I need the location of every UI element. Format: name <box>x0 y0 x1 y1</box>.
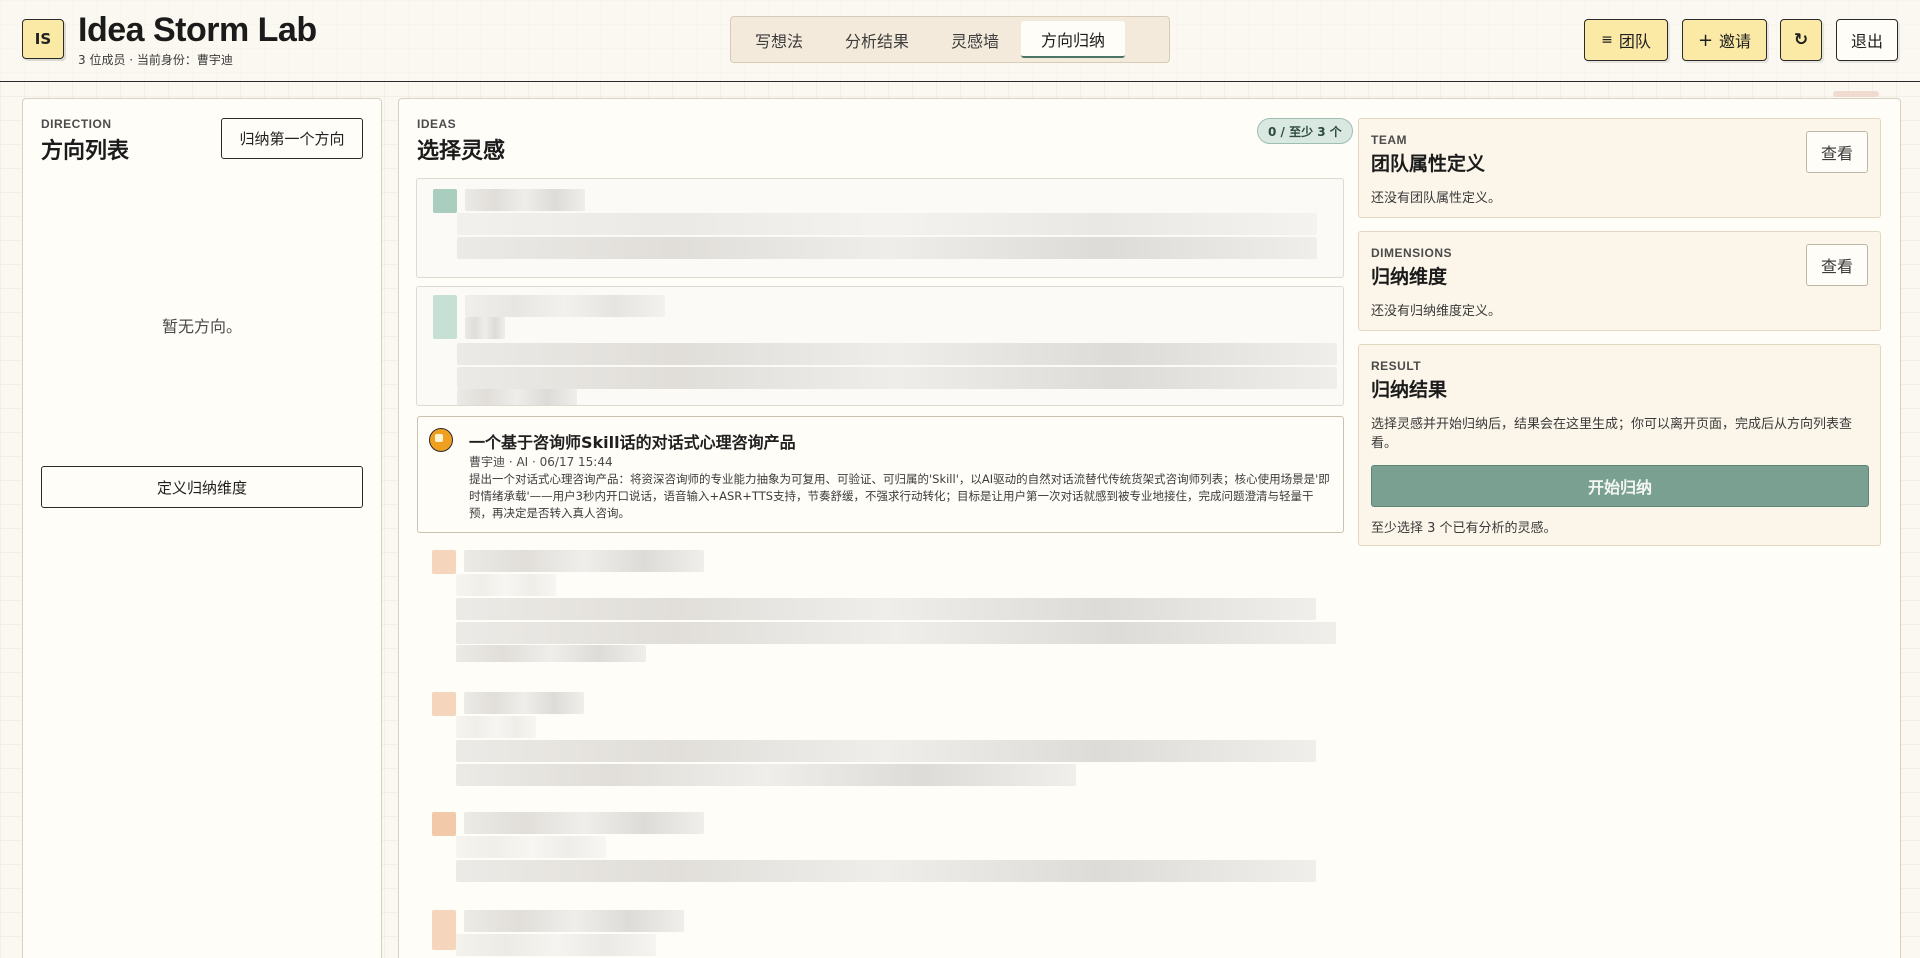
dimensions-card: DIMENSIONS 归纳维度 还没有归纳维度定义。 查看 <box>1358 231 1881 331</box>
direction-panel: DIRECTION 方向列表 归纳第一个方向 暂无方向。 定义归纳维度 <box>22 98 382 958</box>
tab-direction-summary[interactable]: 方向归纳 <box>1021 21 1126 58</box>
ideas-title: 选择灵感 <box>417 139 506 164</box>
team-button[interactable]: ≡ 团队 <box>1584 19 1668 61</box>
idea-card-blurred[interactable] <box>416 910 1344 958</box>
result-card: RESULT 归纳结果 选择灵感并开始归纳后，结果会在这里生成；你可以离开页面，… <box>1358 344 1881 546</box>
blurred-text <box>465 295 665 317</box>
blurred-text <box>465 317 505 339</box>
define-dimensions-button[interactable]: 定义归纳维度 <box>41 466 363 508</box>
team-eyebrow: TEAM <box>1371 133 1407 147</box>
team-button-label: 团队 <box>1618 32 1651 51</box>
app-title: Idea Storm Lab <box>78 11 317 49</box>
tab-idea-wall[interactable]: 灵感墙 <box>931 21 1019 58</box>
invite-button-label: 邀请 <box>1719 32 1752 51</box>
idea-title: 一个基于咨询师Skill话的对话式心理咨询产品 <box>469 433 796 452</box>
selection-count-badge: 0 / 至少 3 个 <box>1257 118 1353 144</box>
idea-card-blurred[interactable] <box>416 692 1344 786</box>
app-logo: IS <box>22 19 64 59</box>
tab-write-idea[interactable]: 写想法 <box>735 21 823 58</box>
idea-avatar-blurred <box>432 692 456 716</box>
tape-decoration <box>1833 91 1879 97</box>
direction-eyebrow: DIRECTION <box>41 117 112 131</box>
blurred-text <box>456 716 536 738</box>
idea-card-blurred[interactable] <box>416 178 1344 278</box>
idea-author-avatar <box>429 428 453 452</box>
idea-card[interactable]: 一个基于咨询师Skill话的对话式心理咨询产品 曹宇迪 · AI · 06/17… <box>417 416 1344 533</box>
team-card-title: 团队属性定义 <box>1371 153 1486 175</box>
blurred-text <box>456 645 646 662</box>
blurred-text <box>456 598 1316 620</box>
dimensions-card-desc: 还没有归纳维度定义。 <box>1371 304 1502 319</box>
direction-title: 方向列表 <box>41 139 130 164</box>
blurred-text <box>457 213 1317 235</box>
blurred-text <box>464 550 704 572</box>
blurred-text <box>465 189 585 211</box>
idea-card-blurred[interactable] <box>416 812 1344 896</box>
blurred-text <box>456 622 1336 644</box>
ideas-panel: IDEAS 选择灵感 0 / 至少 3 个 一个基于咨询师Skill话的对话式心… <box>398 91 1901 958</box>
idea-card-blurred[interactable] <box>416 550 1344 662</box>
blurred-text <box>464 692 584 714</box>
plus-icon: + <box>1697 29 1714 51</box>
idea-avatar-blurred <box>433 295 457 339</box>
blurred-text <box>457 367 1337 389</box>
view-dimensions-button[interactable]: 查看 <box>1806 244 1868 286</box>
blurred-text <box>457 343 1337 365</box>
result-hint: 至少选择 3 个已有分析的灵感。 <box>1371 521 1557 536</box>
team-attributes-card: TEAM 团队属性定义 还没有团队属性定义。 查看 <box>1358 118 1881 218</box>
blurred-text <box>456 836 606 858</box>
team-card-desc: 还没有团队属性定义。 <box>1371 191 1502 206</box>
app-subtitle: 3 位成员 · 当前身份：曹宇迪 <box>78 53 233 67</box>
blurred-text <box>457 389 577 405</box>
idea-avatar-blurred <box>432 910 456 950</box>
blurred-text <box>464 910 684 932</box>
blurred-text <box>456 860 1316 882</box>
blurred-text <box>456 574 556 596</box>
blurred-text <box>457 237 1317 259</box>
main-tabs: 写想法 分析结果 灵感墙 方向归纳 <box>730 16 1170 63</box>
summarize-first-direction-button[interactable]: 归纳第一个方向 <box>221 118 363 159</box>
start-summarize-button[interactable]: 开始归纳 <box>1371 465 1869 507</box>
refresh-button[interactable]: ↻ <box>1780 19 1822 61</box>
refresh-icon: ↻ <box>1793 30 1809 50</box>
idea-avatar-blurred <box>433 189 457 213</box>
idea-avatar-blurred <box>432 550 456 574</box>
blurred-text <box>456 934 656 956</box>
view-team-attributes-button[interactable]: 查看 <box>1806 131 1868 173</box>
ideas-eyebrow: IDEAS <box>417 117 457 131</box>
empty-directions-message: 暂无方向。 <box>161 317 242 336</box>
result-eyebrow: RESULT <box>1371 359 1422 373</box>
result-card-title: 归纳结果 <box>1371 379 1448 401</box>
blurred-text <box>464 812 704 834</box>
logout-button[interactable]: 退出 <box>1836 19 1898 61</box>
idea-card-blurred[interactable] <box>416 286 1344 406</box>
idea-meta: 曹宇迪 · AI · 06/17 15:44 <box>469 455 613 469</box>
dimensions-eyebrow: DIMENSIONS <box>1371 246 1453 260</box>
blurred-text <box>456 740 1316 762</box>
tab-analysis-results[interactable]: 分析结果 <box>825 21 929 58</box>
top-bar: IS Idea Storm Lab 3 位成员 · 当前身份：曹宇迪 写想法 分… <box>0 0 1920 82</box>
idea-body: 提出一个对话式心理咨询产品：将资深咨询师的专业能力抽象为可复用、可验证、可归属的… <box>469 472 1330 520</box>
dimensions-card-title: 归纳维度 <box>1371 266 1448 288</box>
idea-avatar-blurred <box>432 812 456 836</box>
blurred-text <box>456 764 1076 786</box>
menu-icon: ≡ <box>1601 32 1613 48</box>
invite-button[interactable]: + 邀请 <box>1682 19 1767 61</box>
result-card-desc: 选择灵感并开始归纳后，结果会在这里生成；你可以离开页面，完成后从方向列表查看。 <box>1371 417 1853 451</box>
